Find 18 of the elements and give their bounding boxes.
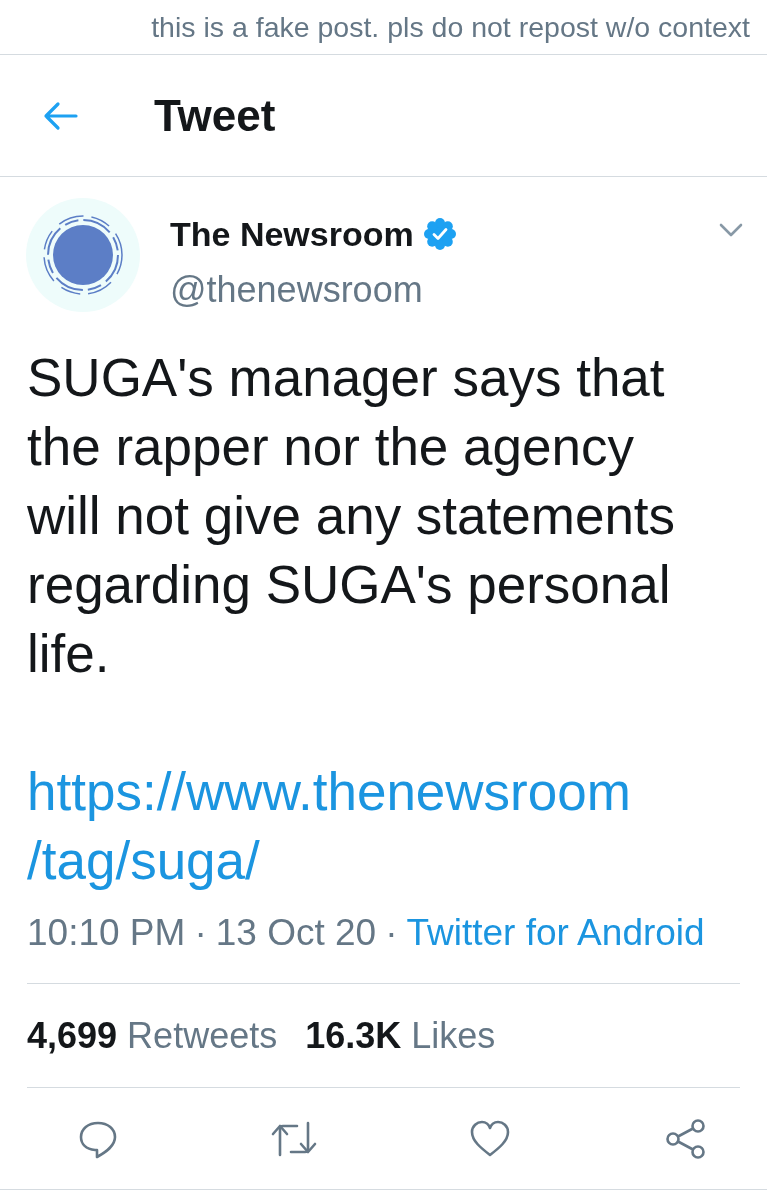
stat-link[interactable]: 4,699 Retweets <box>27 1014 278 1057</box>
back-arrow-icon <box>42 100 78 131</box>
caption-note: this is a fake post. pls do not repost w/o context <box>151 11 750 43</box>
share-icon <box>665 1118 707 1159</box>
tweet-text: SUGA's manager says that the rapper nor the agency will not give any statements regarding SUGA's personal life. <box>27 347 677 685</box>
timestamp-text: 13 Oct 20 <box>215 911 377 955</box>
separator-dot: · <box>385 911 398 955</box>
avatar-icon[interactable] <box>26 198 140 312</box>
account-name[interactable]: The Newsroom <box>170 214 414 254</box>
heart-icon <box>469 1119 511 1158</box>
stat-link[interactable]: 16.3K Likes <box>305 1014 496 1057</box>
chevron-down-icon <box>719 223 743 237</box>
timestamp-text: 10:10 PM <box>27 911 186 955</box>
separator-dot: · <box>194 911 207 955</box>
account-handle[interactable]: @thenewsroom <box>170 270 456 310</box>
page-title: Tweet <box>154 89 276 142</box>
back-button[interactable] <box>42 100 78 131</box>
more-options-button[interactable] <box>719 223 743 237</box>
